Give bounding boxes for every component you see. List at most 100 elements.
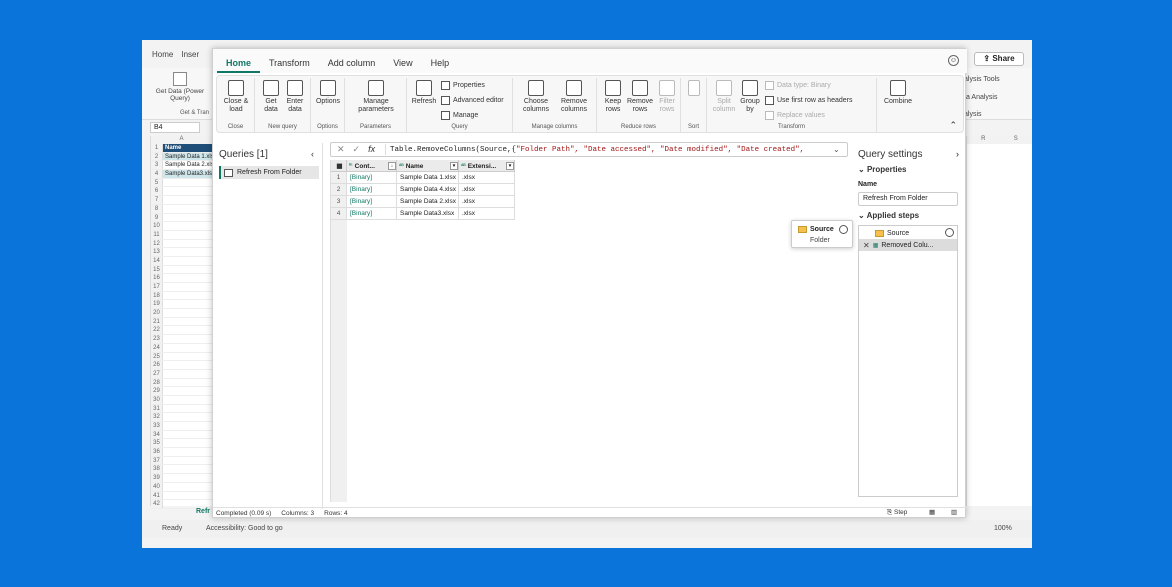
step-removed-columns[interactable]: ✕ ▦ Removed Colu... [859, 239, 957, 251]
excel-row-number[interactable]: 22 [151, 326, 163, 335]
excel-row-number[interactable]: 4 [151, 170, 163, 178]
excel-row[interactable]: 21 [151, 317, 212, 327]
excel-cell[interactable] [163, 214, 212, 222]
excel-row-number[interactable]: 7 [151, 196, 163, 204]
excel-row[interactable]: 6 [151, 187, 212, 197]
zoom-level[interactable]: 100% [994, 525, 1012, 532]
excel-cell[interactable] [163, 439, 212, 447]
group-by-button[interactable]: Group by [739, 80, 761, 114]
gear-icon[interactable] [839, 225, 848, 234]
excel-row-number[interactable]: 17 [151, 283, 163, 291]
excel-row-number[interactable]: 33 [151, 422, 163, 430]
table-cell-n[interactable]: 1 [331, 172, 347, 184]
excel-row-number[interactable]: 23 [151, 335, 163, 343]
excel-row-number[interactable]: 20 [151, 309, 163, 317]
replace-values-button[interactable]: Replace values [765, 111, 825, 120]
excel-row[interactable]: 30 [151, 395, 212, 405]
applied-steps-heading[interactable]: ⌄ Applied steps [858, 211, 919, 220]
table-cell-n[interactable]: 2 [331, 184, 347, 196]
chevron-down-icon[interactable]: ⌄ [833, 145, 847, 154]
excel-cell[interactable] [163, 335, 212, 343]
excel-row[interactable]: 39 [151, 474, 212, 483]
excel-tab-insert[interactable]: Inser [181, 50, 199, 59]
formula-bar[interactable]: ✕ ✓ fx Table.RemoveColumns(Source,{"Fold… [330, 142, 848, 157]
excel-cell[interactable] [163, 326, 212, 334]
table-row[interactable]: 4 [Binary] Sample Data3.xlsx .xlsx [331, 208, 515, 220]
get-data-dropdown[interactable]: Get data [259, 80, 283, 114]
tab-home[interactable]: Home [217, 49, 261, 73]
refresh-button[interactable]: Refresh [411, 80, 437, 106]
excel-cell[interactable] [163, 283, 212, 291]
excel-cell[interactable] [163, 222, 212, 230]
excel-row-number[interactable]: 21 [151, 317, 163, 326]
excel-row[interactable]: 23 [151, 335, 212, 344]
remove-columns-button[interactable]: Remove columns [555, 80, 593, 114]
excel-row[interactable]: 24 [151, 343, 212, 353]
excel-analysis-tools[interactable]: alysis Tools [964, 76, 1000, 83]
name-box[interactable]: B4 [150, 122, 200, 133]
excel-cell[interactable] [163, 457, 212, 465]
excel-row-number[interactable]: 16 [151, 274, 163, 282]
excel-row[interactable]: 2 Sample Data 1.xls [151, 152, 212, 162]
excel-cell[interactable] [163, 370, 212, 378]
table-cell-name[interactable]: Sample Data3.xlsx [397, 208, 459, 220]
excel-row[interactable]: 16 [151, 274, 212, 283]
excel-row-number[interactable]: 1 [151, 144, 163, 152]
column-header-r[interactable]: R [967, 136, 1000, 144]
excel-cell[interactable] [163, 448, 212, 456]
chevron-down-icon[interactable]: ▾ [450, 162, 458, 170]
properties-heading[interactable]: ⌄ Properties [858, 165, 907, 174]
formula-text[interactable]: Table.RemoveColumns(Source,{"Folder Path… [386, 146, 833, 154]
table-cell-content[interactable]: [Binary] [347, 196, 397, 208]
feedback-smiley-icon[interactable]: ☺ [948, 55, 959, 66]
excel-cell[interactable] [163, 240, 212, 248]
step-view-button[interactable]: ⎘ Step [887, 509, 907, 517]
cancel-formula-icon[interactable]: ✕ [337, 144, 345, 155]
excel-row-number[interactable]: 32 [151, 413, 163, 421]
excel-row[interactable]: 32 [151, 413, 212, 422]
excel-row[interactable]: 7 [151, 196, 212, 205]
excel-row-number[interactable]: 24 [151, 343, 163, 352]
collapse-ribbon-icon[interactable]: ⌃ [949, 120, 957, 131]
excel-row[interactable]: 4 Sample Data3.xls [151, 170, 212, 179]
column-header-s[interactable]: S [1000, 136, 1033, 144]
excel-cell[interactable] [163, 248, 212, 256]
column-menu-icon[interactable]: ↓ [388, 162, 396, 170]
excel-row-number[interactable]: 41 [151, 491, 163, 500]
excel-cell[interactable] [163, 344, 212, 352]
table-row[interactable]: 2 [Binary] Sample Data 4.xlsx .xlsx [331, 184, 515, 196]
excel-row-number[interactable]: 25 [151, 352, 163, 361]
excel-row[interactable]: 36 [151, 448, 212, 457]
excel-row-number[interactable]: 26 [151, 361, 163, 369]
collapse-queries-icon[interactable]: ‹ [311, 149, 314, 159]
table-cell-name[interactable]: Sample Data 2.xlsx [397, 196, 459, 208]
excel-analysis[interactable]: alysis [964, 111, 982, 118]
excel-row[interactable]: 34 [151, 430, 212, 440]
excel-cell[interactable] [163, 413, 212, 421]
excel-grid[interactable]: A 1 Name 2 Sample Data 1.xls 3 Sample Data 2.… [150, 136, 212, 509]
enter-data-button[interactable]: Enter data [283, 80, 307, 114]
excel-row[interactable]: 27 [151, 369, 212, 379]
excel-row[interactable]: 13 [151, 248, 212, 257]
excel-row-number[interactable]: 31 [151, 404, 163, 413]
excel-row[interactable]: 18 [151, 291, 212, 301]
collapse-settings-icon[interactable]: › [956, 149, 959, 159]
column-header-extension[interactable]: ᴬᴮ Extensi... ▾ [459, 160, 515, 172]
excel-cell[interactable] [163, 500, 212, 508]
gear-icon[interactable] [945, 228, 954, 237]
table-cell-n[interactable]: 3 [331, 196, 347, 208]
excel-tab-home[interactable]: Home [152, 50, 173, 59]
excel-row-number[interactable]: 8 [151, 204, 163, 213]
tab-add-column[interactable]: Add column [319, 49, 385, 73]
excel-row-number[interactable]: 10 [151, 222, 163, 230]
excel-row[interactable]: 20 [151, 309, 212, 318]
excel-cell[interactable]: Sample Data 2.xls [163, 161, 212, 169]
close-load-button[interactable]: Close & load [220, 80, 252, 114]
excel-row-number[interactable]: 40 [151, 482, 163, 491]
excel-cell[interactable] [163, 431, 212, 439]
excel-row-number[interactable]: 15 [151, 265, 163, 274]
excel-row[interactable]: 12 [151, 239, 212, 249]
table-cell-ext[interactable]: .xlsx [459, 208, 515, 220]
excel-row-number[interactable]: 2 [151, 152, 163, 161]
excel-cell[interactable] [163, 465, 212, 473]
